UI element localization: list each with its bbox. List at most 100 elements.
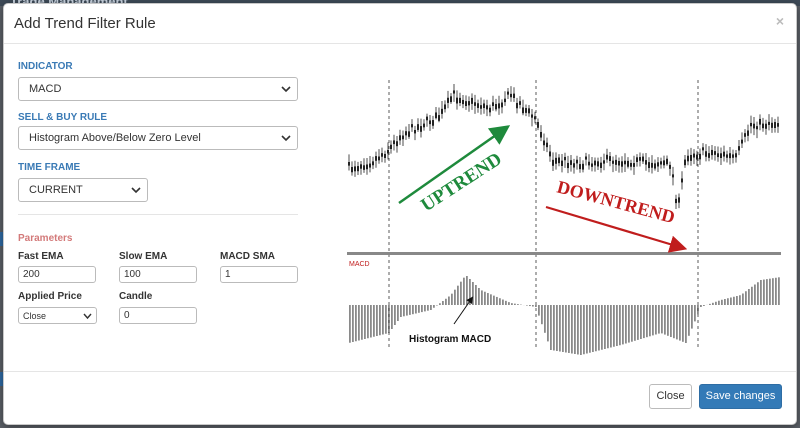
candle-body bbox=[516, 102, 518, 109]
candle-body bbox=[555, 157, 557, 164]
candle-body bbox=[570, 160, 572, 165]
macd-trend-illustration: MACD UPTREND DOWNTREND Histogram MACD bbox=[347, 80, 781, 355]
candle-body bbox=[597, 161, 599, 167]
candle-body bbox=[648, 162, 650, 169]
candle-body bbox=[351, 167, 353, 173]
histogram-bar bbox=[379, 305, 381, 336]
histogram-bar bbox=[349, 305, 351, 343]
histogram-bar bbox=[436, 305, 438, 306]
histogram-bar bbox=[430, 305, 432, 310]
histogram-bar bbox=[631, 305, 633, 342]
histogram-bar bbox=[358, 305, 360, 341]
fast-ema-input[interactable]: 200 bbox=[18, 266, 96, 283]
histogram-bar bbox=[370, 305, 372, 338]
candle-body bbox=[513, 93, 515, 98]
histogram-bar bbox=[772, 278, 774, 305]
candle-body bbox=[462, 99, 464, 105]
histogram-bar bbox=[625, 305, 627, 344]
slow-ema-label: Slow EMA bbox=[119, 251, 168, 262]
candle-body bbox=[606, 154, 608, 160]
candle-body bbox=[531, 114, 533, 118]
candle-body bbox=[672, 174, 674, 178]
candle-body bbox=[474, 102, 476, 106]
slow-ema-input[interactable]: 100 bbox=[119, 266, 197, 283]
candle-body bbox=[417, 124, 419, 130]
histogram-bar bbox=[727, 298, 729, 305]
candle-body bbox=[615, 159, 617, 165]
candle-body bbox=[702, 147, 704, 151]
candle-body bbox=[438, 115, 440, 121]
histogram-bar bbox=[748, 289, 750, 305]
chevron-down-icon bbox=[131, 187, 141, 194]
candle-body bbox=[753, 123, 755, 129]
candle-body bbox=[468, 101, 470, 106]
candle-body bbox=[519, 101, 521, 105]
candle-body bbox=[369, 163, 371, 168]
histogram-bar bbox=[595, 305, 597, 352]
candle-label: Candle bbox=[119, 291, 153, 302]
sell-buy-rule-select[interactable]: Histogram Above/Below Zero Level bbox=[18, 126, 298, 150]
chevron-down-icon bbox=[281, 135, 291, 142]
candle-body bbox=[621, 161, 623, 167]
candle-input[interactable]: 0 bbox=[119, 307, 197, 324]
indicator-panel-separator bbox=[347, 252, 781, 255]
histogram-bar bbox=[676, 305, 678, 340]
histogram-bar bbox=[508, 302, 510, 305]
histogram-bar bbox=[601, 305, 603, 350]
applied-price-select[interactable]: Close bbox=[18, 307, 97, 324]
histogram-bar bbox=[427, 305, 429, 311]
histogram-bar bbox=[742, 293, 744, 305]
histogram-bar bbox=[607, 305, 609, 349]
candle-body bbox=[567, 162, 569, 169]
histogram-bar bbox=[733, 296, 735, 305]
candle-body bbox=[636, 157, 638, 162]
candle-body bbox=[402, 135, 404, 140]
candle-body bbox=[738, 146, 740, 151]
histogram-bar bbox=[703, 305, 705, 306]
candle-body bbox=[546, 142, 548, 148]
indicator-select[interactable]: MACD bbox=[18, 77, 298, 101]
candle-body bbox=[675, 198, 677, 204]
candle-body bbox=[759, 118, 761, 125]
histogram-bar bbox=[766, 279, 768, 305]
histogram-bar bbox=[739, 295, 741, 305]
histogram-bar bbox=[364, 305, 366, 339]
histogram-bar bbox=[457, 285, 459, 305]
candle-body bbox=[486, 105, 488, 110]
modal-header: Add Trend Filter Rule × bbox=[4, 4, 796, 44]
histogram-bar bbox=[556, 305, 558, 351]
candle-body bbox=[414, 129, 416, 134]
histogram-bar bbox=[751, 286, 753, 305]
histogram-bar bbox=[589, 305, 591, 353]
time-frame-select[interactable]: CURRENT bbox=[18, 178, 148, 202]
candle-body bbox=[528, 108, 530, 114]
histogram-bar bbox=[721, 299, 723, 305]
close-icon[interactable]: × bbox=[776, 13, 784, 29]
save-changes-button[interactable]: Save changes bbox=[699, 384, 782, 409]
histogram-bar bbox=[499, 298, 501, 305]
histogram-bar bbox=[640, 305, 642, 339]
candle-body bbox=[693, 153, 695, 158]
histogram-bar bbox=[481, 290, 483, 305]
candle-body bbox=[423, 123, 425, 128]
candle-body bbox=[579, 164, 581, 170]
candle-body bbox=[498, 103, 500, 109]
histogram-bar bbox=[478, 288, 480, 305]
candle-body bbox=[507, 91, 509, 95]
macd-sma-input[interactable]: 1 bbox=[220, 266, 298, 283]
candle-body bbox=[750, 122, 752, 127]
histogram-bar bbox=[658, 305, 660, 334]
candle-body bbox=[774, 122, 776, 128]
candle-body bbox=[669, 164, 671, 169]
histogram-bar bbox=[484, 291, 486, 305]
histogram-bar bbox=[616, 305, 618, 346]
candle-body bbox=[549, 151, 551, 157]
histogram-bar bbox=[661, 305, 663, 334]
candle-body bbox=[450, 96, 452, 103]
histogram-bar bbox=[688, 305, 690, 336]
histogram-bar bbox=[391, 305, 393, 329]
candle-body bbox=[429, 120, 431, 125]
close-button[interactable]: Close bbox=[649, 384, 692, 409]
candle-body bbox=[561, 160, 563, 166]
candle-body bbox=[618, 160, 620, 166]
